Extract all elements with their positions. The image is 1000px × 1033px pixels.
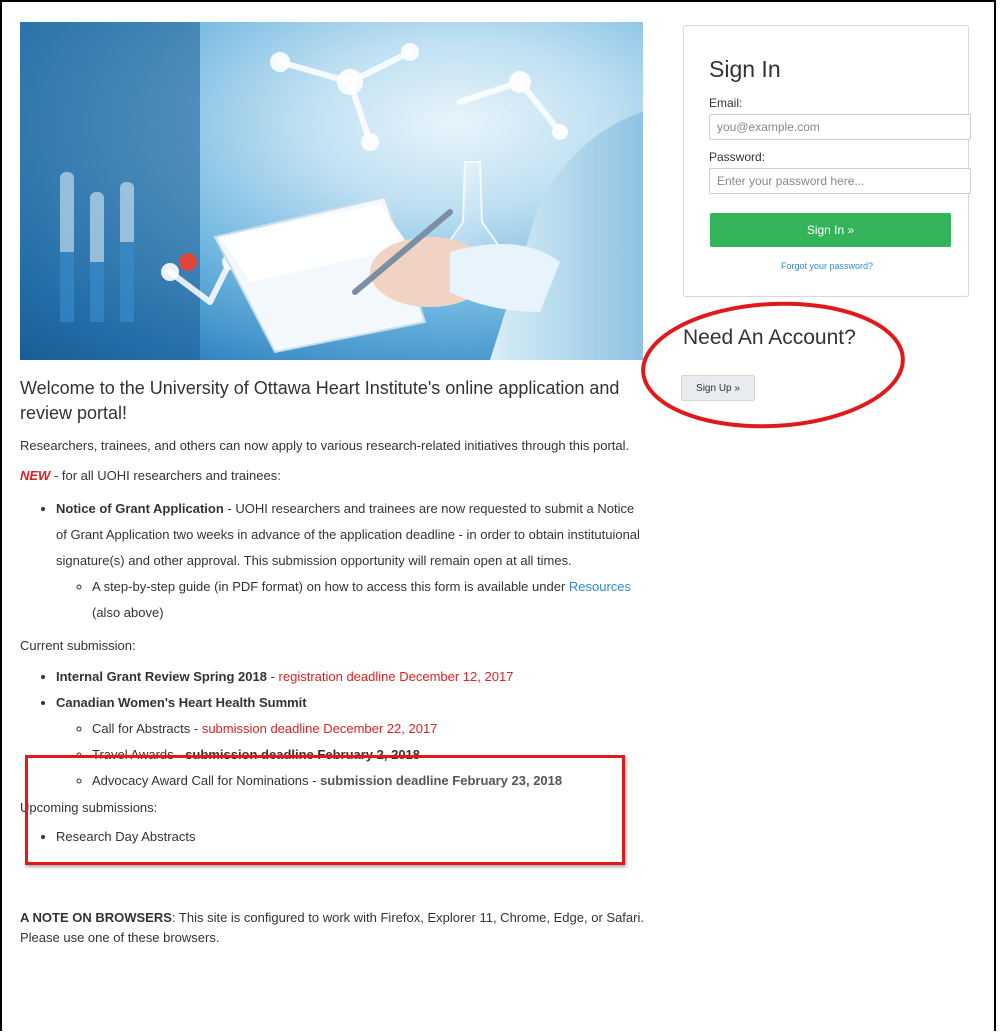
- welcome-heading: Welcome to the University of Ottawa Hear…: [20, 378, 620, 423]
- notice-sublist: A step-by-step guide (in PDF format) on …: [56, 574, 645, 626]
- signin-panel: Sign In Email: Password: Sign In » Forgo…: [683, 25, 971, 297]
- annotation-ellipse: [641, 301, 905, 429]
- signin-title: Sign In: [709, 56, 781, 82]
- new-label: NEW: [20, 468, 51, 483]
- hero-illustration: [20, 22, 643, 360]
- abstracts-deadline: submission deadline December 22, 2017: [201, 721, 438, 736]
- hero-image: [20, 22, 643, 360]
- intro-text: Researchers, trainees, and others can no…: [20, 438, 630, 453]
- forgot-password-link[interactable]: Forgot your password?: [684, 261, 970, 271]
- guide-text: A step-by-step guide (in PDF format) on …: [92, 579, 569, 594]
- abstracts-label: Call for Abstracts -: [92, 721, 202, 736]
- annotation-rectangle: [25, 755, 625, 865]
- list-item: Notice of Grant Application - UOHI resea…: [56, 496, 645, 626]
- browser-label: A NOTE ON BROWSERS: [20, 910, 172, 925]
- notice-list: Notice of Grant Application - UOHI resea…: [20, 496, 645, 626]
- summit-title: Canadian Women's Heart Health Summit: [56, 695, 307, 710]
- internal-deadline: registration deadline December 12, 2017: [278, 669, 514, 684]
- list-item: A step-by-step guide (in PDF format) on …: [92, 574, 645, 626]
- new-text: - for all UOHI researchers and trainees:: [50, 468, 281, 483]
- notice-title: Notice of Grant Application: [56, 501, 224, 516]
- password-label: Password:: [709, 150, 766, 164]
- resources-link[interactable]: Resources: [569, 579, 631, 594]
- new-notice: NEW - for all UOHI researchers and train…: [20, 466, 645, 486]
- list-item: Call for Abstracts - submission deadline…: [92, 716, 645, 742]
- browser-note: A NOTE ON BROWSERS: This site is configu…: [20, 908, 645, 948]
- list-item: Internal Grant Review Spring 2018 - regi…: [56, 664, 645, 690]
- internal-sep: -: [266, 669, 279, 684]
- email-label: Email:: [709, 96, 743, 110]
- internal-review-title: Internal Grant Review Spring 2018: [56, 669, 267, 684]
- signin-button[interactable]: Sign In »: [710, 213, 951, 247]
- email-input[interactable]: [709, 114, 971, 140]
- password-input[interactable]: [709, 168, 971, 194]
- guide-post: (also above): [92, 605, 164, 620]
- current-label: Current submission:: [20, 638, 136, 653]
